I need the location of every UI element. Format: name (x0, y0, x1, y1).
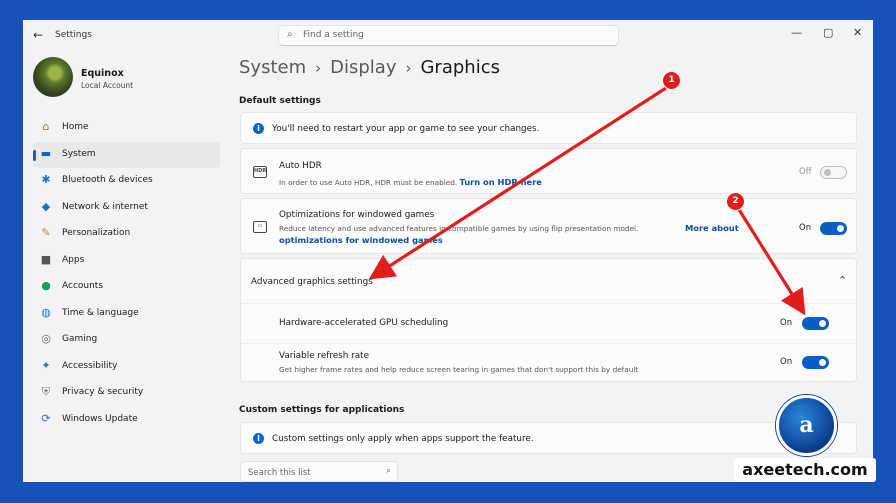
back-arrow-icon[interactable]: ← (33, 28, 43, 42)
nav-icon: ⌂ (42, 120, 50, 133)
sidebar-item-label: Windows Update (62, 413, 138, 424)
sidebar-item-bluetooth-devices[interactable]: ✱ Bluetooth & devices (33, 168, 220, 195)
settings-window: ← Settings ⌕ Find a setting — ▢ ✕ Equino… (23, 20, 873, 482)
restart-notice-text: You'll need to restart your app or game … (272, 124, 540, 134)
custom-settings-heading: Custom settings for applications (239, 405, 405, 415)
nav-icon: ⛨ (41, 385, 51, 398)
nav-icon: ✎ (41, 226, 51, 239)
advanced-graphics-title[interactable]: Advanced graphics settings (251, 277, 373, 287)
sidebar-item-apps[interactable]: ■ Apps (33, 248, 220, 275)
search-list-input[interactable]: Search this list ⌕ (240, 461, 398, 482)
chevron-up-icon[interactable]: ⌃ (838, 274, 847, 287)
nav-icon: ■ (40, 252, 52, 266)
sidebar-item-label: Personalization (62, 228, 131, 238)
chevron-right-icon: › (315, 59, 322, 77)
profile-name: Equinox (81, 68, 124, 79)
sidebar-item-accessibility[interactable]: ✦ Accessibility (33, 354, 220, 381)
sidebar-item-accounts[interactable]: ● Accounts (33, 274, 220, 301)
vrr-desc: Get higher frame rates and help reduce s… (279, 365, 639, 374)
nav-icon: ✦ (41, 358, 51, 372)
avatar[interactable] (33, 57, 73, 97)
turn-on-hdr-link[interactable]: Turn on HDR here (460, 177, 542, 187)
annotation-badge-2: 2 (726, 192, 745, 211)
nav-icon: ▬ (40, 146, 52, 160)
chevron-right-icon: › (405, 59, 412, 77)
auto-hdr-desc-text: In order to use Auto HDR, HDR must be en… (279, 178, 458, 187)
windowed-games-state: On (799, 223, 812, 233)
auto-hdr-state: Off (799, 167, 812, 177)
sidebar-item-privacy-security[interactable]: ⛨ Privacy & security (33, 380, 220, 407)
custom-notice-text: Custom settings only apply when apps sup… (272, 434, 534, 444)
more-about-link[interactable]: More about (685, 223, 739, 233)
sidebar-item-network-internet[interactable]: ◆ Network & internet (33, 195, 220, 222)
breadcrumb: System › Display › Graphics (239, 57, 500, 78)
auto-hdr-desc: In order to use Auto HDR, HDR must be en… (279, 177, 542, 187)
app-title: Settings (55, 30, 92, 40)
windowed-games-title: Optimizations for windowed games (279, 210, 435, 220)
profile-account-type: Local Account (81, 81, 134, 90)
sidebar-item-label: Privacy & security (62, 387, 144, 397)
sidebar-item-personalization[interactable]: ✎ Personalization (33, 221, 220, 248)
page-title: Graphics (420, 57, 500, 78)
optimizations-windowed-games-link[interactable]: optimizations for windowed games (279, 235, 443, 245)
info-icon: i (253, 433, 264, 444)
sidebar-item-label: System (62, 148, 96, 159)
sidebar-item-gaming[interactable]: ◎ Gaming (33, 327, 220, 354)
gpu-scheduling-state: On (780, 318, 793, 328)
search-icon: ⌕ (385, 466, 391, 476)
restart-notice-card: i You'll need to restart your app or gam… (240, 112, 857, 144)
find-setting-search[interactable]: ⌕ Find a setting (278, 25, 619, 46)
vrr-state: On (780, 357, 793, 367)
windowed-games-desc: Reduce latency and use advanced features… (279, 224, 639, 233)
vrr-toggle[interactable] (802, 356, 829, 369)
windowed-games-card: ▭ Optimizations for windowed games Reduc… (240, 198, 857, 254)
sidebar-item-label: Accounts (62, 281, 104, 291)
sidebar-item-label: Accessibility (62, 360, 118, 371)
nav-icon: ◎ (41, 332, 51, 345)
sidebar-nav: ⌂ Home ▬ System ✱ Bluetooth & devices ◆ Network… (33, 115, 220, 433)
annotation-badge-1: 1 (662, 71, 681, 90)
sidebar-item-home[interactable]: ⌂ Home (33, 115, 220, 142)
gpu-scheduling-toggle[interactable] (802, 317, 829, 330)
nav-icon: ◍ (41, 305, 51, 319)
sidebar-item-label: Apps (62, 254, 85, 265)
watermark-logo: a (776, 395, 837, 456)
minimize-icon[interactable]: — (791, 26, 802, 39)
sidebar-item-label: Time & language (62, 307, 139, 318)
windowed-game-icon: ▭ (253, 221, 267, 233)
divider (241, 343, 856, 344)
search-placeholder: Find a setting (303, 30, 364, 40)
advanced-graphics-card: Advanced graphics settings ⌃ Hardware-ac… (240, 258, 857, 382)
sidebar-item-label: Gaming (62, 334, 98, 344)
search-list-placeholder: Search this list (248, 468, 311, 478)
auto-hdr-toggle[interactable] (820, 166, 847, 179)
maximize-icon[interactable]: ▢ (823, 26, 833, 39)
nav-icon: ✱ (41, 173, 51, 186)
auto-hdr-title: Auto HDR (279, 161, 322, 171)
sidebar-item-label: Network & internet (62, 201, 148, 212)
windowed-games-toggle[interactable] (820, 222, 847, 235)
close-icon[interactable]: ✕ (853, 26, 862, 39)
info-icon: i (253, 123, 264, 134)
divider (241, 303, 856, 304)
gpu-scheduling-label: Hardware-accelerated GPU scheduling (279, 318, 449, 328)
default-settings-heading: Default settings (239, 96, 321, 106)
watermark-text: axeetech.com (734, 458, 876, 482)
nav-icon: ◆ (41, 199, 51, 213)
sidebar-item-windows-update[interactable]: ⟳ Windows Update (33, 407, 220, 434)
custom-notice-card: i Custom settings only apply when apps s… (240, 422, 857, 454)
sidebar-item-label: Bluetooth & devices (62, 175, 153, 185)
nav-icon: ● (41, 279, 51, 292)
sidebar-item-label: Home (62, 122, 89, 132)
vrr-label: Variable refresh rate (279, 351, 370, 361)
title-bar: ← Settings ⌕ Find a setting — ▢ ✕ (23, 20, 873, 50)
breadcrumb-system[interactable]: System (239, 57, 306, 78)
breadcrumb-display[interactable]: Display (330, 57, 396, 78)
auto-hdr-card: HDR Auto HDR In order to use Auto HDR, H… (240, 148, 857, 194)
sidebar-item-time-language[interactable]: ◍ Time & language (33, 301, 220, 328)
hdr-icon: HDR (253, 166, 267, 178)
nav-icon: ⟳ (41, 411, 51, 425)
search-icon: ⌕ (287, 29, 293, 40)
sidebar-item-system[interactable]: ▬ System (33, 141, 220, 168)
